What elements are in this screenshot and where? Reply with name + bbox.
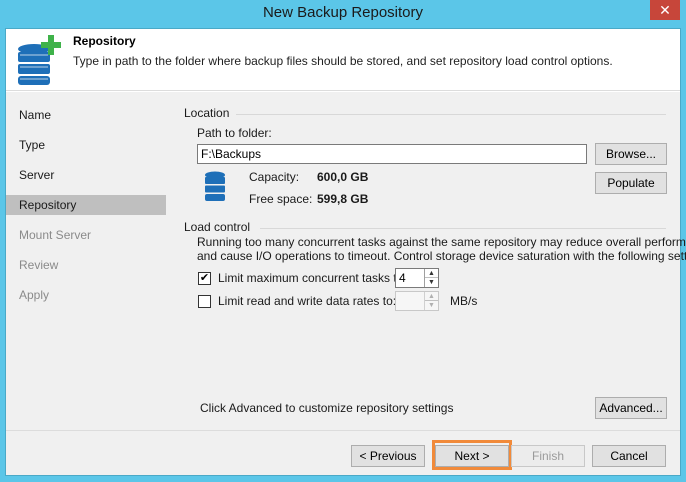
step-apply: Apply [19,288,50,302]
step-name[interactable]: Name [6,105,166,125]
limit-rate-label: Limit read and write data rates to: [218,294,397,308]
next-button[interactable]: Next > [435,445,509,467]
tasks-value: 4 [399,271,406,285]
wizard-footer: < Previous Next > Finish Cancel [6,430,680,475]
disk-icon [205,171,225,201]
page-title: Repository [73,34,136,48]
step-type[interactable]: Type [6,135,166,155]
step-server[interactable]: Server [6,165,166,185]
load-control-divider [260,228,666,229]
path-label: Path to folder: [197,126,272,140]
free-space-value: 599,8 GB [317,192,369,206]
load-control-description-2: and cause I/O operations to timeout. Con… [197,249,686,263]
capacity-value: 600,0 GB [317,170,369,184]
cancel-button[interactable]: Cancel [592,445,666,467]
wizard-window: Repository Type in path to the folder wh… [5,28,686,476]
stepper-up-icon: ▲ [425,292,438,301]
populate-button[interactable]: Populate [595,172,667,194]
finish-button: Finish [511,445,585,467]
stepper-arrows: ▲ ▼ [424,269,438,287]
tasks-stepper[interactable]: 4 ▲ ▼ [395,268,439,288]
stepper-up-icon[interactable]: ▲ [425,269,438,278]
page-description: Type in path to the folder where backup … [73,54,613,68]
database-add-icon [18,35,61,85]
limit-rate-checkbox[interactable] [198,295,211,308]
load-control-group-label: Load control [184,220,251,234]
step-review: Review [19,258,59,272]
capacity-label: Capacity: [249,170,300,184]
load-control-description-1: Running too many concurrent tasks agains… [197,235,686,249]
previous-button[interactable]: < Previous [351,445,425,467]
stepper-down-icon[interactable]: ▼ [425,278,438,287]
advanced-hint: Click Advanced to customize repository s… [200,401,454,415]
wizard-body: Name Type Server Repository Mount Server… [6,92,686,430]
step-mount-server: Mount Server [19,228,92,242]
title-bar: New Backup Repository ✕ [0,0,686,28]
limit-tasks-checkbox[interactable]: ✔ [198,272,211,285]
location-group-label: Location [184,106,230,120]
advanced-button[interactable]: Advanced... [595,397,667,419]
close-button[interactable]: ✕ [650,0,680,20]
stepper-arrows: ▲ ▼ [424,292,438,310]
wizard-header: Repository Type in path to the folder wh… [6,29,680,91]
window-title: New Backup Repository [262,4,424,21]
rate-stepper: ▲ ▼ [395,291,439,311]
step-content: Location Path to folder: F:\Backups Brow… [182,92,686,430]
rate-unit-label: MB/s [450,294,478,308]
free-space-label: Free space: [249,192,313,206]
stepper-down-icon: ▼ [428,302,435,309]
location-divider [236,114,666,115]
limit-tasks-label: Limit maximum concurrent tasks to: [218,271,407,285]
step-repository[interactable]: Repository [6,195,166,215]
wizard-steps: Name Type Server Repository Mount Server… [6,92,170,430]
path-input[interactable]: F:\Backups [197,144,587,164]
browse-button[interactable]: Browse... [595,143,667,165]
